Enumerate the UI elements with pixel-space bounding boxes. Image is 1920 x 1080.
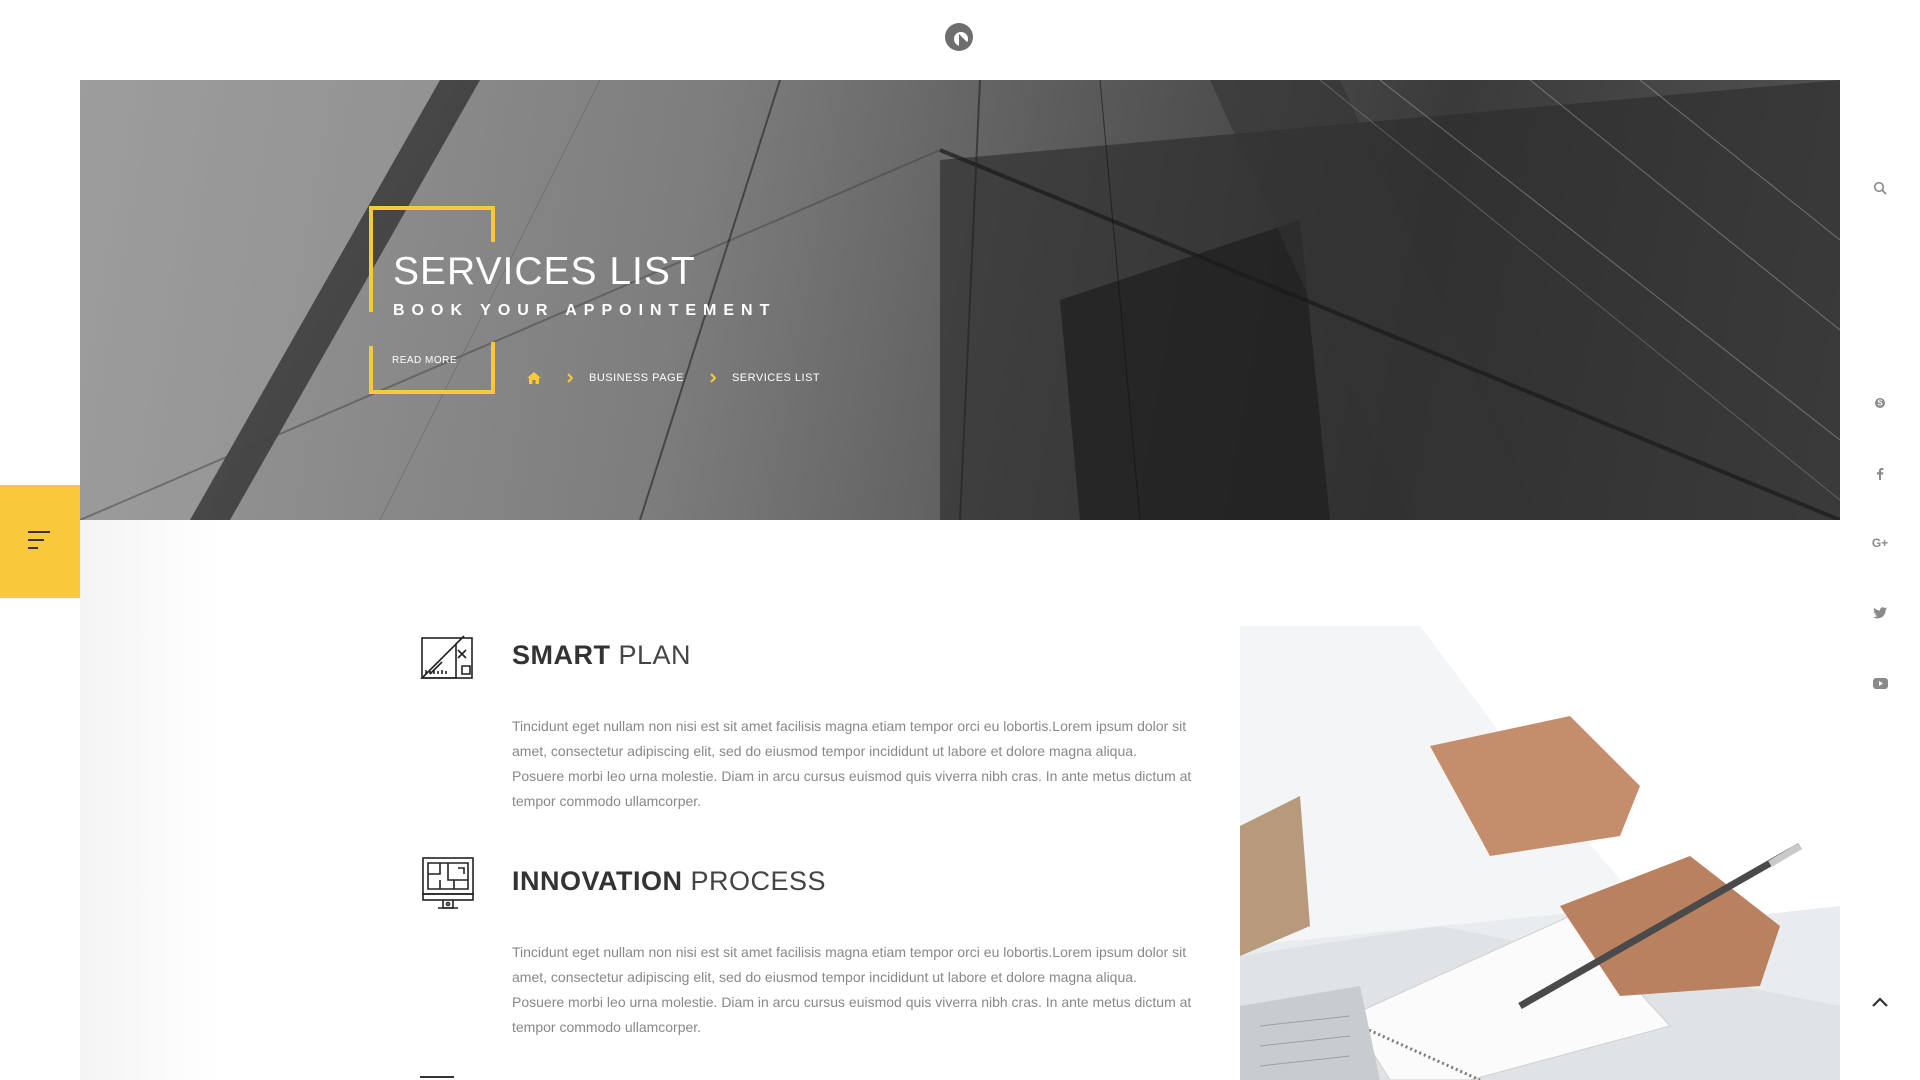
chevron-up-icon[interactable]: [1840, 992, 1920, 1012]
monitor-plan-icon: [420, 856, 476, 912]
chevron-right-icon: [710, 373, 716, 383]
service-item: INNOVATION PROCESS Tincidunt eget nullam…: [420, 856, 1280, 1036]
search-icon[interactable]: [1840, 178, 1920, 198]
logo-icon[interactable]: [942, 20, 976, 54]
menu-bar-icon: [28, 539, 44, 541]
skype-icon[interactable]: S: [1840, 393, 1920, 413]
breadcrumb: BUSINESS PAGE SERVICES LIST: [527, 368, 820, 388]
service-description: Tincidunt eget nullam non nisi est sit a…: [512, 718, 1192, 809]
twitter-icon[interactable]: [1840, 603, 1920, 623]
service-icon-partial: [420, 1076, 454, 1080]
service-title-strong: INNOVATION: [512, 866, 683, 896]
service-description: Tincidunt eget nullam non nisi est sit a…: [512, 944, 1192, 1035]
youtube-icon[interactable]: [1840, 673, 1920, 693]
left-rail: [0, 0, 80, 1080]
breadcrumb-item[interactable]: BUSINESS PAGE: [589, 372, 684, 384]
svg-text:S: S: [1877, 399, 1883, 408]
facebook-icon[interactable]: [1840, 463, 1920, 483]
read-more-link[interactable]: READ MORE: [392, 355, 457, 366]
blueprint-icon: [420, 630, 476, 686]
hero-banner: SERVICES LIST BOOK YOUR APPOINTEMENT REA…: [80, 80, 1840, 520]
top-header: [80, 0, 1840, 80]
service-title: INNOVATION PROCESS: [512, 866, 826, 897]
menu-bar-icon: [28, 531, 50, 533]
service-item: SMART PLAN Tincidunt eget nullam non nis…: [420, 630, 1280, 810]
home-icon[interactable]: [527, 372, 541, 384]
service-title-light: PLAN: [618, 640, 692, 670]
left-fade-decoration: [80, 520, 220, 1080]
menu-bar-icon: [28, 547, 38, 549]
service-title: SMART PLAN: [512, 640, 691, 671]
menu-toggle-button[interactable]: [0, 485, 80, 598]
google-plus-icon[interactable]: G+: [1840, 533, 1920, 553]
right-rail: S G+: [1840, 0, 1920, 1080]
main-content: SERVICES LIST BOOK YOUR APPOINTEMENT REA…: [80, 0, 1840, 1080]
hero-background-image: [80, 80, 1840, 520]
page-title: SERVICES LIST: [393, 250, 696, 293]
breadcrumb-item-current: SERVICES LIST: [731, 372, 821, 384]
service-title-strong: SMART: [512, 640, 611, 670]
chevron-right-icon: [567, 373, 573, 383]
page-subtitle: BOOK YOUR APPOINTEMENT: [393, 302, 777, 319]
service-title-light: PROCESS: [690, 866, 827, 896]
office-photo: [1240, 626, 1840, 1080]
